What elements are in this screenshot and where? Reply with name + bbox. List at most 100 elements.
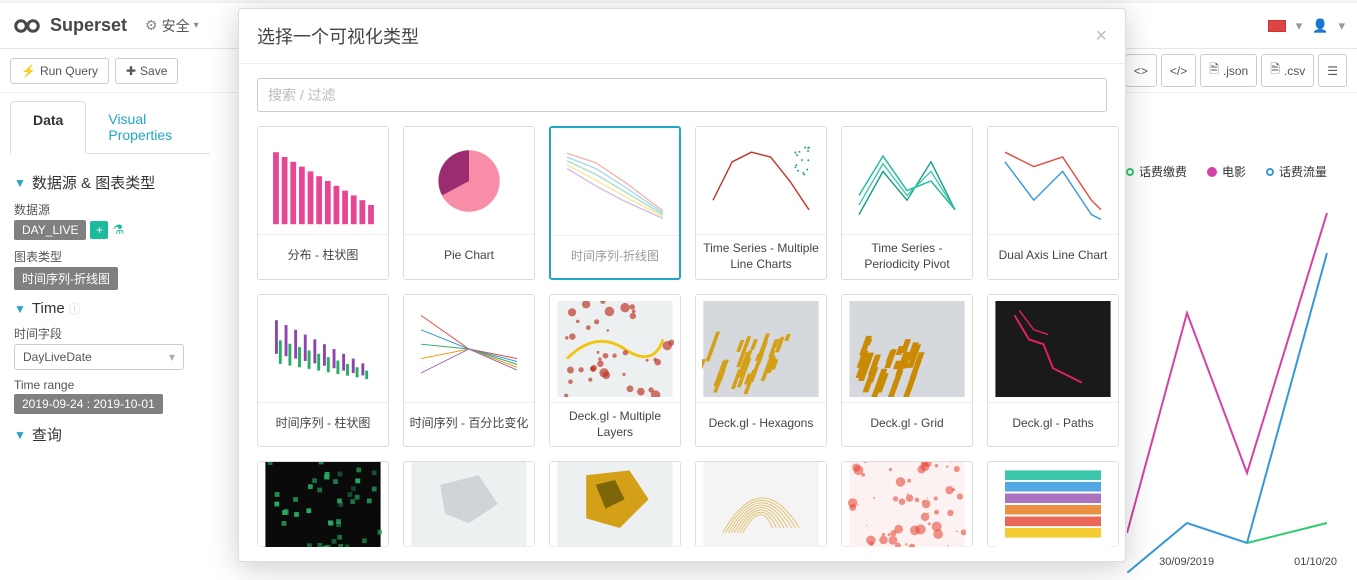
viz-thumb <box>404 127 534 235</box>
viz-card-ts-multi[interactable]: Time Series - Multiple Line Charts <box>695 126 827 280</box>
viz-label: Deck.gl - Grid <box>842 403 972 445</box>
legend-dot-icon <box>1266 168 1274 176</box>
viz-card-dist-bar[interactable]: 分布 - 柱状图 <box>257 126 389 280</box>
locale-flag[interactable] <box>1268 20 1286 32</box>
run-query-label: Run Query <box>40 64 98 78</box>
legend-dot-icon <box>1207 167 1217 177</box>
legend-item[interactable]: 电影 <box>1207 163 1246 180</box>
user-icon[interactable]: 👤 <box>1312 18 1328 34</box>
viz-card-deck-arc[interactable] <box>695 461 827 547</box>
chart-legend: 话费缴费 电影 话费流量 <box>1126 163 1327 180</box>
viz-card-area-rank[interactable] <box>987 461 1119 547</box>
time-field-select[interactable]: DayLiveDate ▾ <box>14 344 184 370</box>
file-icon: 🗎 <box>1209 60 1219 81</box>
viz-type-modal: 选择一个可视化类型 × 分布 - 柱状图 Pie Chart 时间序列-折线图 Tim… <box>238 8 1126 562</box>
chevron-down-icon: ▾ <box>194 20 199 31</box>
viz-label: Time Series - Multiple Line Charts <box>696 235 826 278</box>
menu-button[interactable]: ☰ <box>1318 54 1347 87</box>
modal-header: 选择一个可视化类型 × <box>239 9 1125 64</box>
embed2-button[interactable]: </> <box>1161 54 1196 87</box>
viz-label: 时间序列 - 柱状图 <box>258 403 388 445</box>
viz-thumb <box>404 295 534 403</box>
nav-security[interactable]: ⚙ 安全 ▾ <box>145 16 199 36</box>
datasource-label: 数据源 <box>14 201 206 218</box>
time-field-value: DayLiveDate <box>23 350 92 364</box>
section-query-header[interactable]: ▼ 查询 <box>14 424 206 445</box>
viz-card-ts-line[interactable]: 时间序列-折线图 <box>549 126 681 280</box>
datasource-pill[interactable]: DAY_LIVE <box>14 220 86 240</box>
bolt-icon: ⚡ <box>21 64 36 78</box>
viz-label: Pie Chart <box>404 235 534 277</box>
viz-thumb <box>696 462 826 547</box>
legend-dot-icon <box>1126 168 1134 176</box>
flask-icon[interactable]: ⚗ <box>112 222 124 238</box>
save-button[interactable]: ✚ Save <box>115 58 178 84</box>
time-range-label: Time range <box>14 378 206 392</box>
csv-button[interactable]: 🗎 .csv <box>1261 54 1314 87</box>
viz-card-deck-paths[interactable]: Deck.gl - Paths <box>987 294 1119 447</box>
viz-label: 分布 - 柱状图 <box>258 235 388 277</box>
legend-item[interactable]: 话费缴费 <box>1126 163 1187 180</box>
tab-visual-properties[interactable]: Visual Properties <box>86 101 210 153</box>
run-query-button[interactable]: ⚡ Run Query <box>10 58 109 84</box>
section-datasource-header[interactable]: ▼ 数据源 & 图表类型 <box>14 172 206 193</box>
hamburger-icon: ☰ <box>1327 64 1338 78</box>
nav-security-label: 安全 <box>162 16 190 36</box>
x-tick-label: 01/10/20 <box>1294 556 1337 568</box>
csv-label: .csv <box>1284 64 1305 78</box>
chart-type-label: 图表类型 <box>14 248 206 265</box>
viz-card-deck-screen[interactable] <box>257 461 389 547</box>
logo-icon <box>12 11 42 41</box>
viz-label: Deck.gl - Multiple Layers <box>550 403 680 446</box>
brand-logo[interactable]: Superset <box>12 11 127 41</box>
legend-label: 电影 <box>1222 163 1246 180</box>
viz-card-deck-hex[interactable]: Deck.gl - Hexagons <box>695 294 827 447</box>
json-button[interactable]: 🗎 .json <box>1200 54 1257 87</box>
code-icon: </> <box>1170 64 1187 78</box>
viz-thumb <box>550 295 680 403</box>
user-caret-icon: ▾ <box>1338 18 1345 34</box>
add-datasource-button[interactable]: + <box>90 221 108 239</box>
viz-card-ts-pct[interactable]: 时间序列 - 百分比变化 <box>403 294 535 447</box>
explore-tabs: Data Visual Properties <box>10 101 210 154</box>
triangle-down-icon: ▼ <box>14 302 26 316</box>
json-label: .json <box>1223 64 1248 78</box>
search-input[interactable] <box>257 78 1107 112</box>
time-range-pill[interactable]: 2019-09-24 : 2019-10-01 <box>14 394 163 414</box>
tab-data[interactable]: Data <box>10 101 86 154</box>
viz-card-deck-scatter[interactable] <box>841 461 973 547</box>
chevron-down-icon: ▾ <box>169 350 175 364</box>
embed-button[interactable]: <> <box>1125 54 1157 87</box>
chart-type-pill[interactable]: 时间序列-折线图 <box>14 267 118 290</box>
save-label: Save <box>140 64 167 78</box>
viz-thumb <box>258 295 388 403</box>
close-icon[interactable]: × <box>1095 25 1107 48</box>
section-time-label: Time <box>32 300 65 317</box>
viz-card-pie[interactable]: Pie Chart <box>403 126 535 280</box>
viz-thumb <box>696 127 826 235</box>
viz-label: 时间序列-折线图 <box>551 236 679 278</box>
viz-card-ts-bar[interactable]: 时间序列 - 柱状图 <box>257 294 389 447</box>
section-time-header[interactable]: ▼ Time ⓘ <box>14 300 206 317</box>
triangle-down-icon: ▼ <box>14 176 26 190</box>
legend-item[interactable]: 话费流量 <box>1266 163 1327 180</box>
viz-card-deck-geo1[interactable] <box>403 461 535 547</box>
viz-card-ts-pivot[interactable]: Time Series - Periodicity Pivot <box>841 126 973 280</box>
viz-card-dual-axis[interactable]: Dual Axis Line Chart <box>987 126 1119 280</box>
viz-label: Time Series - Periodicity Pivot <box>842 235 972 278</box>
viz-thumb <box>988 462 1118 547</box>
legend-label: 话费缴费 <box>1139 163 1187 180</box>
viz-thumb <box>988 127 1118 235</box>
gear-icon: ⚙ <box>145 17 158 34</box>
viz-thumb <box>696 295 826 403</box>
locale-caret-icon: ▾ <box>1296 18 1303 34</box>
viz-card-deck-geo2[interactable] <box>549 461 681 547</box>
viz-label: Deck.gl - Hexagons <box>696 403 826 445</box>
viz-thumb <box>551 128 679 236</box>
modal-title: 选择一个可视化类型 <box>257 23 419 49</box>
file-icon: 🗎 <box>1270 60 1280 81</box>
viz-thumb <box>550 462 680 547</box>
viz-card-deck-grid[interactable]: Deck.gl - Grid <box>841 294 973 447</box>
viz-card-deck-multi[interactable]: Deck.gl - Multiple Layers <box>549 294 681 447</box>
viz-label: Deck.gl - Paths <box>988 403 1118 445</box>
